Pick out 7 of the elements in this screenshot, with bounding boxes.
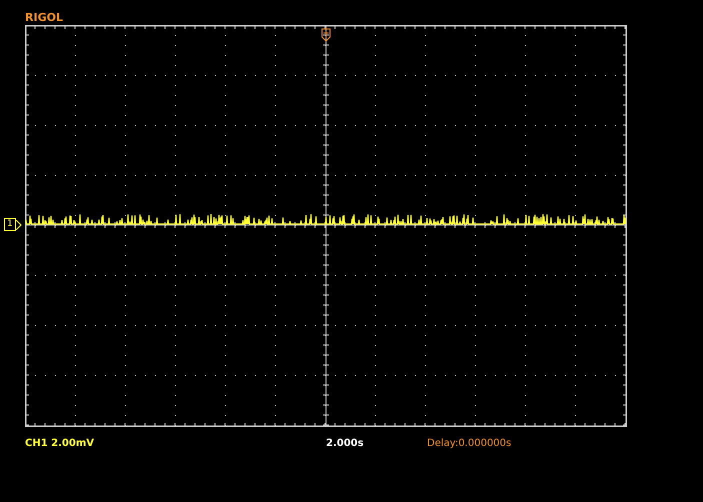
marker-pointer-icon: [16, 220, 22, 230]
channel-scale: CH1 2.00mV: [25, 437, 95, 451]
timebase: 2.000s: [326, 437, 365, 451]
trigger-position-icon: [320, 27, 332, 43]
trigger-delay: Delay:0.000000s: [427, 437, 512, 451]
channel-marker: 1: [4, 218, 16, 231]
logo: RIGOL: [25, 12, 63, 23]
